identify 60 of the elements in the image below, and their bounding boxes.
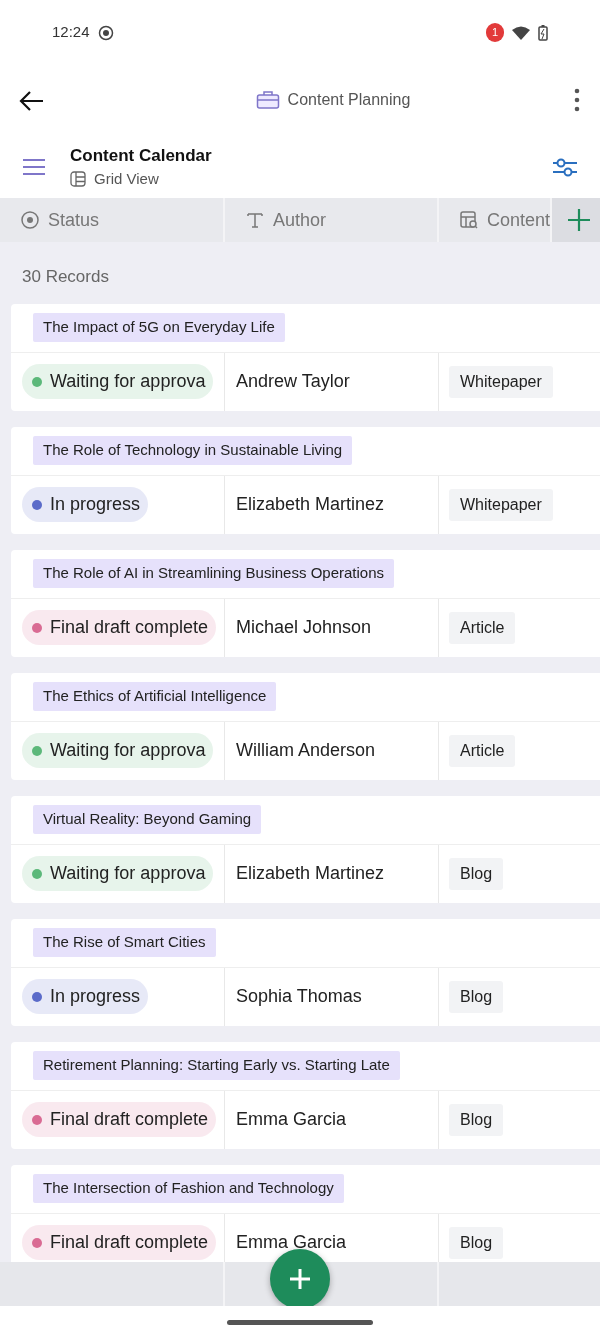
record-title: The Rise of Smart Cities xyxy=(33,928,216,957)
author-name: Michael Johnson xyxy=(236,616,372,639)
author-name: William Anderson xyxy=(236,739,376,762)
record-card[interactable]: The Role of Technology in Sustainable Living In progress Elizabeth Martinez Whitepaper xyxy=(11,426,600,534)
status-tag: Waiting for approva xyxy=(22,364,214,399)
record-title: The Intersection of Fashion and Technology xyxy=(33,1174,344,1203)
status-tag: Waiting for approva xyxy=(22,733,214,768)
record-icon xyxy=(97,24,114,41)
briefcase-icon xyxy=(255,90,280,110)
status-tag: In progress xyxy=(22,979,149,1014)
notification-badge: 1 xyxy=(485,23,504,42)
plus-icon xyxy=(567,208,592,232)
record-card[interactable]: The Role of AI in Streamlining Business Operations Final draft complete Michael Johnson Article xyxy=(11,549,600,657)
author-name: Elizabeth Martinez xyxy=(236,493,385,516)
add-column-button[interactable] xyxy=(552,198,600,242)
more-options-button[interactable] xyxy=(572,87,582,113)
record-card[interactable]: Virtual Reality: Beyond Gaming Waiting for approva Elizabeth Martinez Blog xyxy=(11,795,600,903)
view-name[interactable]: Grid View xyxy=(94,168,159,191)
record-card[interactable]: The Rise of Smart Cities In progress Sophia Thomas Blog xyxy=(11,918,600,1026)
record-card[interactable]: Retirement Planning: Starting Early vs. Starting Late Final draft complete Emma Garcia Blog xyxy=(11,1041,600,1149)
record-title: The Role of AI in Streamlining Business Operations xyxy=(33,559,394,588)
table-search-icon xyxy=(459,210,479,230)
record-title: The Ethics of Artificial Intelligence xyxy=(33,682,277,711)
base-title: Content Planning xyxy=(287,90,411,110)
record-count: 30 Records xyxy=(21,266,110,288)
author-name: Sophia Thomas xyxy=(236,985,362,1008)
status-tag: Waiting for approva xyxy=(22,856,214,891)
grid-icon xyxy=(70,171,86,188)
author-name: Elizabeth Martinez xyxy=(236,862,385,885)
content-tag: Blog xyxy=(449,980,504,1013)
table-title: Content Calendar xyxy=(70,144,212,167)
status-tag: Final draft complete xyxy=(22,1225,217,1260)
record-card[interactable]: The Impact of 5G on Everyday Life Waiting for approva Andrew Taylor Whitepaper xyxy=(11,303,600,411)
text-icon xyxy=(245,210,265,230)
author-name: Emma Garcia xyxy=(236,1231,347,1254)
status-tag: Final draft complete xyxy=(22,1102,217,1137)
record-title: The Role of Technology in Sustainable Living xyxy=(33,436,353,465)
status-tag: Final draft complete xyxy=(22,610,217,645)
record-card[interactable]: The Intersection of Fashion and Technology Final draft complete Emma Garcia Blog xyxy=(11,1164,600,1262)
clock-time: 12:24 xyxy=(52,22,90,43)
author-name: Emma Garcia xyxy=(236,1108,347,1131)
record-title: Virtual Reality: Beyond Gaming xyxy=(33,805,262,834)
back-button[interactable] xyxy=(18,88,44,112)
battery-icon xyxy=(538,24,548,41)
content-tag: Whitepaper xyxy=(449,488,553,521)
content-tag: Article xyxy=(449,611,516,644)
status-icon xyxy=(20,210,40,230)
content-tag: Article xyxy=(449,734,516,767)
author-name: Andrew Taylor xyxy=(236,370,350,393)
content-tag: Blog xyxy=(449,1226,504,1259)
content-tag: Whitepaper xyxy=(449,365,553,398)
plus-icon xyxy=(289,1268,311,1290)
wifi-icon xyxy=(512,25,530,40)
content-tag: Blog xyxy=(449,1103,504,1136)
record-card[interactable]: The Ethics of Artificial Intelligence Waiting for approva William Anderson Article xyxy=(11,672,600,780)
status-tag: In progress xyxy=(22,487,149,522)
record-title: Retirement Planning: Starting Early vs. Starting Late xyxy=(33,1051,400,1080)
record-title: The Impact of 5G on Everyday Life xyxy=(33,313,285,342)
home-handle[interactable] xyxy=(227,1320,373,1325)
content-tag: Blog xyxy=(449,857,504,890)
